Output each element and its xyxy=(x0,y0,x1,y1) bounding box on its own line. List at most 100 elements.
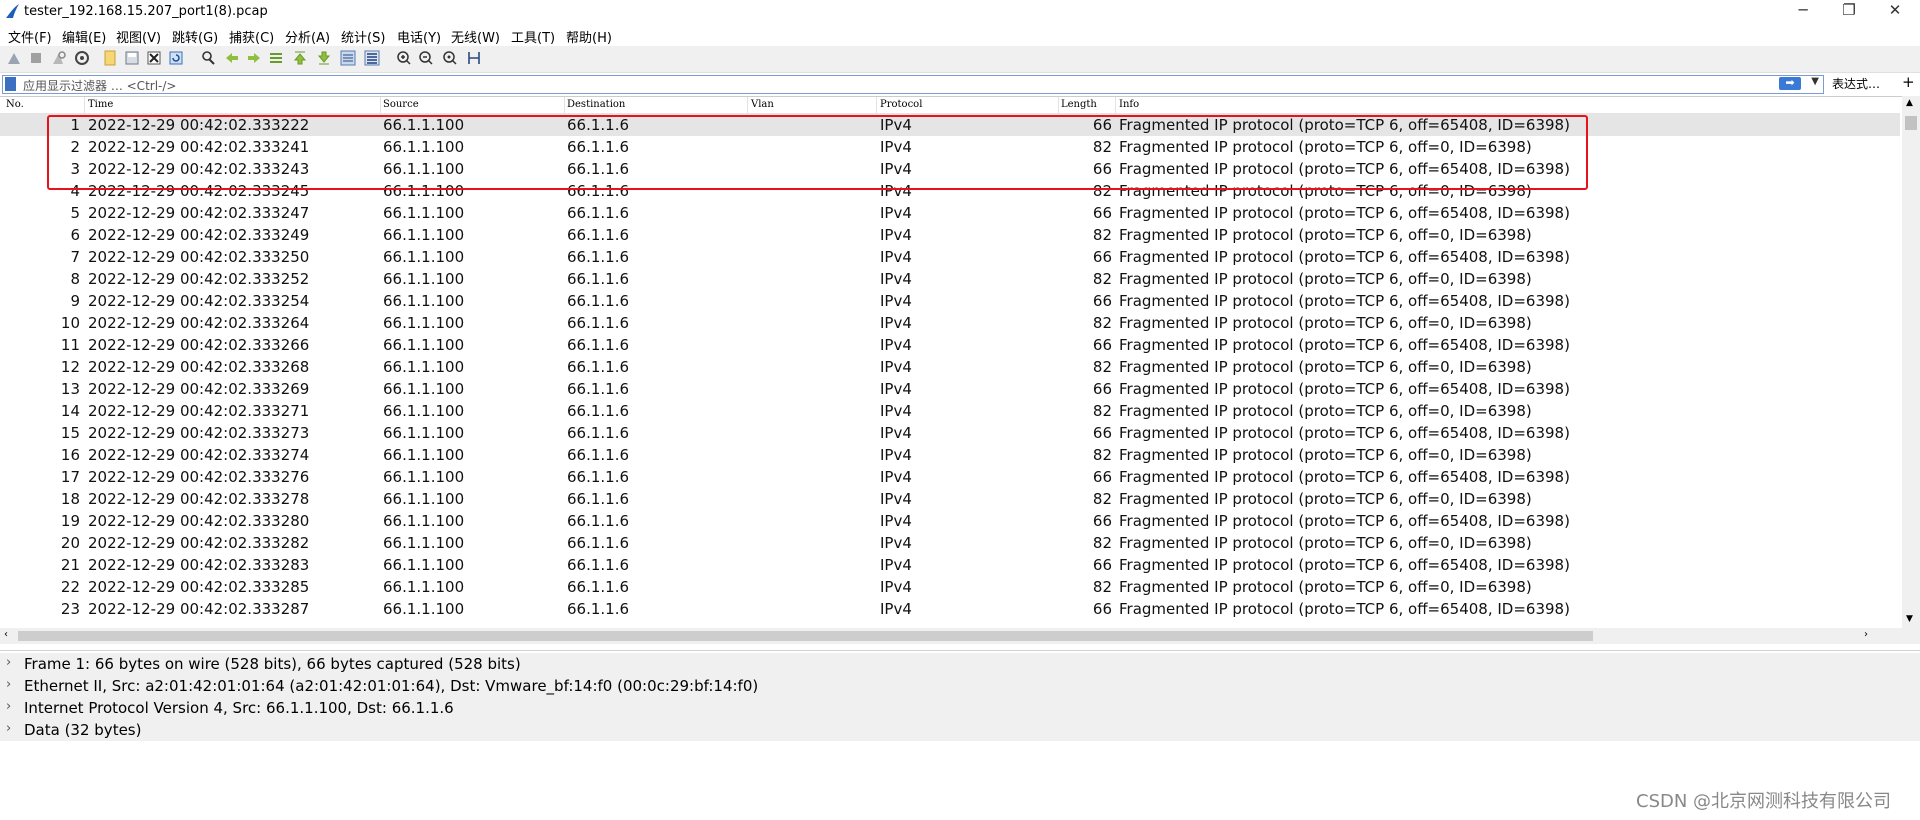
cell-info: Fragmented IP protocol (proto=TCP 6, off… xyxy=(1119,446,1532,464)
find-packet-icon[interactable] xyxy=(200,50,216,66)
table-row[interactable]: 8 2022-12-29 00:42:02.333252 66.1.1.100 66.… xyxy=(0,268,1900,290)
table-row[interactable]: 19 2022-12-29 00:42:02.333280 66.1.1.100 66… xyxy=(0,510,1900,532)
restore-button[interactable]: ❐ xyxy=(1826,0,1872,22)
column-header-protocol[interactable]: Protocol xyxy=(880,99,922,110)
go-last-icon[interactable] xyxy=(316,50,332,66)
zoom-out-icon[interactable] xyxy=(418,50,434,66)
menu-edit[interactable]: 编辑(E) xyxy=(62,27,106,46)
cell-src: 66.1.1.100 xyxy=(383,446,465,464)
table-row[interactable]: 11 2022-12-29 00:42:02.333266 66.1.1.100 66… xyxy=(0,334,1900,356)
restart-capture-icon[interactable] xyxy=(50,50,66,66)
scroll-right-icon[interactable]: › xyxy=(1864,629,1868,640)
cell-proto: IPv4 xyxy=(880,292,912,310)
display-filter-input[interactable]: 应用显示过滤器 … <Ctrl-/> ➡ ▼ xyxy=(2,75,1824,94)
resize-columns-icon[interactable] xyxy=(466,50,482,66)
expand-arrow-icon[interactable]: › xyxy=(6,721,11,736)
table-row[interactable]: 22 2022-12-29 00:42:02.333285 66.1.1.100 66… xyxy=(0,576,1900,598)
column-header-info[interactable]: Info xyxy=(1119,99,1139,110)
menu-go[interactable]: 跳转(G) xyxy=(172,27,218,46)
column-header-vlan[interactable]: Vlan xyxy=(751,99,774,110)
packet-list-vertical-scrollbar[interactable]: ▲ ▼ xyxy=(1902,96,1920,628)
scroll-up-icon[interactable]: ▲ xyxy=(1906,98,1913,108)
cell-proto: IPv4 xyxy=(880,380,912,398)
scroll-left-icon[interactable]: ‹ xyxy=(4,629,8,640)
column-header-destination[interactable]: Destination xyxy=(567,99,625,110)
capture-options-icon[interactable] xyxy=(74,50,90,66)
minimize-button[interactable]: ─ xyxy=(1780,0,1826,22)
cell-dst: 66.1.1.6 xyxy=(567,490,630,508)
menu-statistics[interactable]: 统计(S) xyxy=(341,27,385,46)
stop-capture-icon[interactable] xyxy=(28,50,44,66)
go-forward-icon[interactable] xyxy=(246,50,262,66)
cell-time: 2022-12-29 00:42:02.333282 xyxy=(88,534,310,552)
scroll-down-icon[interactable]: ▼ xyxy=(1906,614,1913,624)
column-header-time[interactable]: Time xyxy=(88,99,113,110)
expand-arrow-icon[interactable]: › xyxy=(6,677,11,692)
expand-arrow-icon[interactable]: › xyxy=(6,655,11,670)
save-file-icon[interactable] xyxy=(124,50,140,66)
table-row[interactable]: 7 2022-12-29 00:42:02.333250 66.1.1.100 66.… xyxy=(0,246,1900,268)
detail-frame[interactable]: › Frame 1: 66 bytes on wire (528 bits), … xyxy=(0,653,1920,675)
menu-analyze[interactable]: 分析(A) xyxy=(285,27,330,46)
cell-time: 2022-12-29 00:42:02.333247 xyxy=(88,204,310,222)
zoom-in-icon[interactable] xyxy=(396,50,412,66)
expand-arrow-icon[interactable]: › xyxy=(6,699,11,714)
cell-no: 14 xyxy=(60,402,80,420)
expression-button[interactable]: 表达式… xyxy=(1832,75,1880,92)
table-row[interactable]: 13 2022-12-29 00:42:02.333269 66.1.1.100 66… xyxy=(0,378,1900,400)
cell-src: 66.1.1.100 xyxy=(383,314,465,332)
cell-dst: 66.1.1.6 xyxy=(567,292,630,310)
autoscroll-icon[interactable] xyxy=(340,50,356,66)
bookmark-icon[interactable] xyxy=(5,77,16,91)
table-row[interactable]: 15 2022-12-29 00:42:02.333273 66.1.1.100 66… xyxy=(0,422,1900,444)
go-to-packet-icon[interactable] xyxy=(268,50,284,66)
table-row[interactable]: 5 2022-12-29 00:42:02.333247 66.1.1.100 66.… xyxy=(0,202,1900,224)
table-row[interactable]: 17 2022-12-29 00:42:02.333276 66.1.1.100 66… xyxy=(0,466,1900,488)
detail-ethernet[interactable]: › Ethernet II, Src: a2:01:42:01:01:64 (a… xyxy=(0,675,1920,697)
cell-time: 2022-12-29 00:42:02.333250 xyxy=(88,248,310,266)
column-header-no[interactable]: No. xyxy=(6,99,24,110)
table-row[interactable]: 16 2022-12-29 00:42:02.333274 66.1.1.100 66… xyxy=(0,444,1900,466)
start-capture-icon[interactable] xyxy=(6,50,22,66)
table-row[interactable]: 9 2022-12-29 00:42:02.333254 66.1.1.100 66.… xyxy=(0,290,1900,312)
cell-no: 22 xyxy=(60,578,80,596)
filter-history-dropdown-icon[interactable]: ▼ xyxy=(1811,76,1819,87)
table-row[interactable]: 20 2022-12-29 00:42:02.333282 66.1.1.100 66… xyxy=(0,532,1900,554)
cell-proto: IPv4 xyxy=(880,490,912,508)
menu-capture[interactable]: 捕获(C) xyxy=(229,27,274,46)
cell-no: 16 xyxy=(60,446,80,464)
column-header-source[interactable]: Source xyxy=(383,99,419,110)
open-file-icon[interactable] xyxy=(102,50,118,66)
reload-icon[interactable] xyxy=(168,50,184,66)
zoom-normal-icon[interactable] xyxy=(442,50,458,66)
menu-wireless[interactable]: 无线(W) xyxy=(451,27,500,46)
table-row[interactable]: 10 2022-12-29 00:42:02.333264 66.1.1.100 66… xyxy=(0,312,1900,334)
cell-time: 2022-12-29 00:42:02.333287 xyxy=(88,600,310,618)
table-row[interactable]: 23 2022-12-29 00:42:02.333287 66.1.1.100 66… xyxy=(0,598,1900,620)
horizontal-scrollbar-thumb[interactable] xyxy=(18,631,1593,641)
go-back-icon[interactable] xyxy=(224,50,240,66)
table-row[interactable]: 12 2022-12-29 00:42:02.333268 66.1.1.100 66… xyxy=(0,356,1900,378)
close-file-icon[interactable] xyxy=(146,50,162,66)
cell-no: 17 xyxy=(60,468,80,486)
menu-help[interactable]: 帮助(H) xyxy=(566,27,612,46)
packet-list-horizontal-scrollbar[interactable]: ‹ › xyxy=(0,628,1920,644)
table-row[interactable]: 6 2022-12-29 00:42:02.333249 66.1.1.100 66.… xyxy=(0,224,1900,246)
menu-tools[interactable]: 工具(T) xyxy=(511,27,555,46)
menu-view[interactable]: 视图(V) xyxy=(116,27,161,46)
detail-data[interactable]: › Data (32 bytes) xyxy=(0,719,1920,741)
table-row[interactable]: 18 2022-12-29 00:42:02.333278 66.1.1.100 66… xyxy=(0,488,1900,510)
detail-ipv4[interactable]: › Internet Protocol Version 4, Src: 66.1… xyxy=(0,697,1920,719)
table-row[interactable]: 14 2022-12-29 00:42:02.333271 66.1.1.100 66… xyxy=(0,400,1900,422)
menu-telephony[interactable]: 电话(Y) xyxy=(397,27,441,46)
vertical-scrollbar-thumb[interactable] xyxy=(1905,116,1917,130)
menu-file[interactable]: 文件(F) xyxy=(8,27,52,46)
apply-filter-button[interactable]: ➡ xyxy=(1779,77,1801,90)
go-first-icon[interactable] xyxy=(292,50,308,66)
add-filter-button[interactable]: + xyxy=(1902,73,1915,91)
column-header-length[interactable]: Length xyxy=(1061,99,1097,110)
table-row[interactable]: 21 2022-12-29 00:42:02.333283 66.1.1.100 66… xyxy=(0,554,1900,576)
cell-no: 7 xyxy=(70,248,80,266)
colorize-icon[interactable] xyxy=(364,50,380,66)
close-button[interactable]: ✕ xyxy=(1872,0,1918,22)
